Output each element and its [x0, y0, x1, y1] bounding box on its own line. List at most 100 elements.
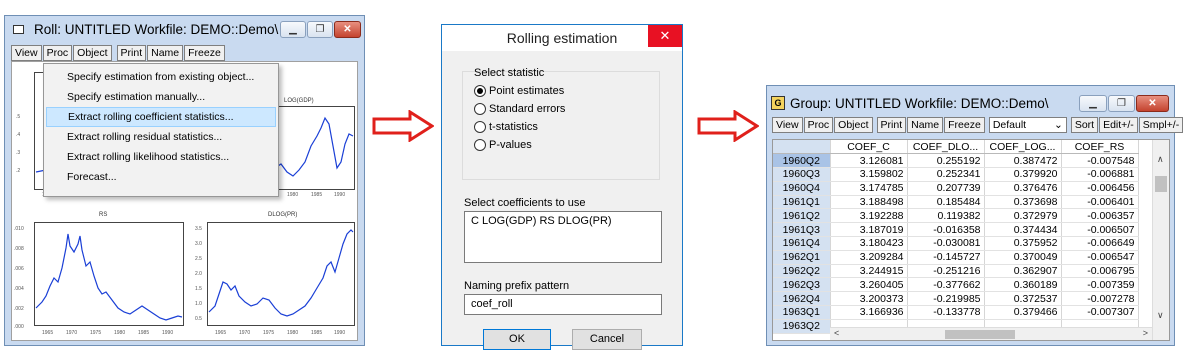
table-cell[interactable]: 3.192288	[830, 208, 908, 224]
radio-p-values[interactable]: P-values	[474, 137, 532, 153]
radio-icon[interactable]	[474, 121, 486, 133]
maximize-button[interactable]: ❐	[307, 21, 333, 38]
proc-button[interactable]: Proc	[803, 117, 834, 133]
radio-point-estimates[interactable]: Point estimates	[474, 83, 564, 99]
obs-label[interactable]: 1962Q4	[773, 291, 831, 307]
menu-item-extract-residual[interactable]: Extract rolling residual statistics...	[44, 127, 278, 147]
obs-label[interactable]: 1960Q4	[773, 181, 831, 196]
table-cell[interactable]: -0.007307	[1061, 305, 1139, 320]
minimize-button[interactable]: ▁	[1079, 95, 1107, 112]
table-cell[interactable]: 0.372537	[984, 291, 1062, 307]
menu-item-extract-coefficient[interactable]: Extract rolling coefficient statistics..…	[46, 107, 276, 127]
table-row[interactable]: 1962Q4 3.200373 -0.219985 0.372537 -0.007278	[773, 291, 1139, 307]
table-cell[interactable]: 0.375952	[984, 236, 1062, 251]
obs-label[interactable]: 1962Q1	[773, 250, 831, 265]
table-cell[interactable]: -0.377662	[907, 277, 985, 293]
vertical-scrollbar[interactable]: ∧ ∨	[1152, 140, 1169, 340]
table-row[interactable]: 1961Q4 3.180423 -0.030081 0.375952 -0.006649	[773, 236, 1139, 251]
scroll-left-icon[interactable]: <	[834, 328, 839, 338]
obs-label[interactable]: 1960Q3	[773, 167, 831, 182]
scroll-down-icon[interactable]: ∨	[1157, 310, 1164, 321]
table-cell[interactable]: 3.126081	[830, 153, 908, 169]
scroll-up-icon[interactable]: ∧	[1157, 154, 1164, 165]
obs-label[interactable]: 1961Q3	[773, 222, 831, 238]
table-cell[interactable]: -0.016358	[907, 222, 985, 238]
obs-label[interactable]: 1961Q4	[773, 236, 831, 251]
table-cell[interactable]: 3.244915	[830, 264, 908, 279]
table-cell[interactable]: 3.260405	[830, 277, 908, 293]
column-header[interactable]: COEF_DLO...	[907, 140, 985, 155]
table-cell[interactable]: 3.200373	[830, 291, 908, 307]
close-button[interactable]: ✕	[334, 21, 361, 38]
table-cell[interactable]: -0.006401	[1061, 195, 1139, 210]
table-cell[interactable]: 3.187019	[830, 222, 908, 238]
obs-label[interactable]: 1963Q2	[773, 319, 831, 334]
table-row[interactable]: 1963Q1 3.166936 -0.133778 0.379466 -0.007307	[773, 305, 1139, 320]
menu-item-specify-existing[interactable]: Specify estimation from existing object.…	[44, 67, 278, 87]
table-cell[interactable]: -0.006649	[1061, 236, 1139, 251]
maximize-button[interactable]: ❐	[1108, 95, 1135, 112]
print-button[interactable]: Print	[116, 45, 147, 61]
table-cell[interactable]: -0.006456	[1061, 181, 1139, 196]
table-cell[interactable]: -0.030081	[907, 236, 985, 251]
table-row[interactable]: 1961Q3 3.187019 -0.016358 0.374434 -0.006507	[773, 222, 1139, 238]
table-row[interactable]: 1962Q3 3.260405 -0.377662 0.360189 -0.007359	[773, 277, 1139, 293]
menu-item-extract-likelihood[interactable]: Extract rolling likelihood statistics...	[44, 147, 278, 167]
freeze-button[interactable]: Freeze	[944, 117, 985, 133]
table-cell[interactable]: -0.007548	[1061, 153, 1139, 169]
coefficients-input[interactable]: C LOG(GDP) RS DLOG(PR)	[464, 211, 662, 263]
obs-label[interactable]: 1963Q1	[773, 305, 831, 320]
table-cell[interactable]: -0.006881	[1061, 167, 1139, 182]
table-cell[interactable]: 0.255192	[907, 153, 985, 169]
table-row[interactable]: 1961Q2 3.192288 0.119382 0.372979 -0.006357	[773, 208, 1139, 224]
table-cell[interactable]: 0.360189	[984, 277, 1062, 293]
table-row[interactable]: 1960Q3 3.159802 0.252341 0.379920 -0.006881	[773, 167, 1139, 182]
group-spreadsheet[interactable]: COEF_C COEF_DLO... COEF_LOG... COEF_RS 1…	[772, 139, 1170, 341]
radio-t-statistics[interactable]: t-statistics	[474, 119, 538, 135]
scroll-right-icon[interactable]: >	[1143, 328, 1148, 338]
table-row[interactable]: 1960Q4 3.174785 0.207739 0.376476 -0.006456	[773, 181, 1139, 196]
table-cell[interactable]: -0.007278	[1061, 291, 1139, 307]
table-row[interactable]: 1960Q2 3.126081 0.255192 0.387472 -0.007548	[773, 153, 1139, 169]
table-cell[interactable]: -0.006547	[1061, 250, 1139, 265]
ok-button[interactable]: OK	[483, 329, 551, 350]
radio-icon[interactable]	[474, 139, 486, 151]
table-cell[interactable]: -0.133778	[907, 305, 985, 320]
scroll-thumb[interactable]	[945, 330, 1015, 339]
table-cell[interactable]: 0.379920	[984, 167, 1062, 182]
table-cell[interactable]: 0.362907	[984, 264, 1062, 279]
column-header[interactable]: COEF_LOG...	[984, 140, 1062, 155]
table-cell[interactable]: 0.370049	[984, 250, 1062, 265]
edit-button[interactable]: Edit+/-	[1099, 117, 1138, 133]
minimize-button[interactable]: ▁	[280, 21, 306, 38]
cancel-button[interactable]: Cancel	[572, 329, 642, 350]
view-button[interactable]: View	[772, 117, 803, 133]
table-cell[interactable]: 0.373698	[984, 195, 1062, 210]
table-cell[interactable]: -0.145727	[907, 250, 985, 265]
print-button[interactable]: Print	[876, 117, 907, 133]
table-cell[interactable]: 3.159802	[830, 167, 908, 182]
object-button[interactable]: Object	[73, 45, 112, 61]
table-cell[interactable]: -0.007359	[1061, 277, 1139, 293]
table-cell[interactable]: 0.207739	[907, 181, 985, 196]
table-cell[interactable]: 0.372979	[984, 208, 1062, 224]
radio-icon[interactable]	[474, 103, 486, 115]
smpl-button[interactable]: Smpl+/-	[1138, 117, 1184, 133]
obs-label[interactable]: 1961Q1	[773, 195, 831, 210]
proc-button[interactable]: Proc	[42, 45, 73, 61]
table-cell[interactable]: -0.251216	[907, 264, 985, 279]
name-button[interactable]: Name	[907, 117, 944, 133]
table-cell[interactable]: -0.006507	[1061, 222, 1139, 238]
table-cell[interactable]: -0.006357	[1061, 208, 1139, 224]
sort-button[interactable]: Sort	[1070, 117, 1099, 133]
object-button[interactable]: Object	[834, 117, 873, 133]
scroll-thumb[interactable]	[1155, 176, 1167, 192]
naming-prefix-input[interactable]: coef_roll	[464, 294, 662, 315]
table-cell[interactable]: 3.188498	[830, 195, 908, 210]
close-button[interactable]: ✕	[1136, 95, 1169, 112]
column-header[interactable]: COEF_C	[830, 140, 908, 155]
table-cell[interactable]: 0.376476	[984, 181, 1062, 196]
table-cell[interactable]: 0.379466	[984, 305, 1062, 320]
table-cell[interactable]: 0.252341	[907, 167, 985, 182]
table-cell[interactable]: 3.180423	[830, 236, 908, 251]
